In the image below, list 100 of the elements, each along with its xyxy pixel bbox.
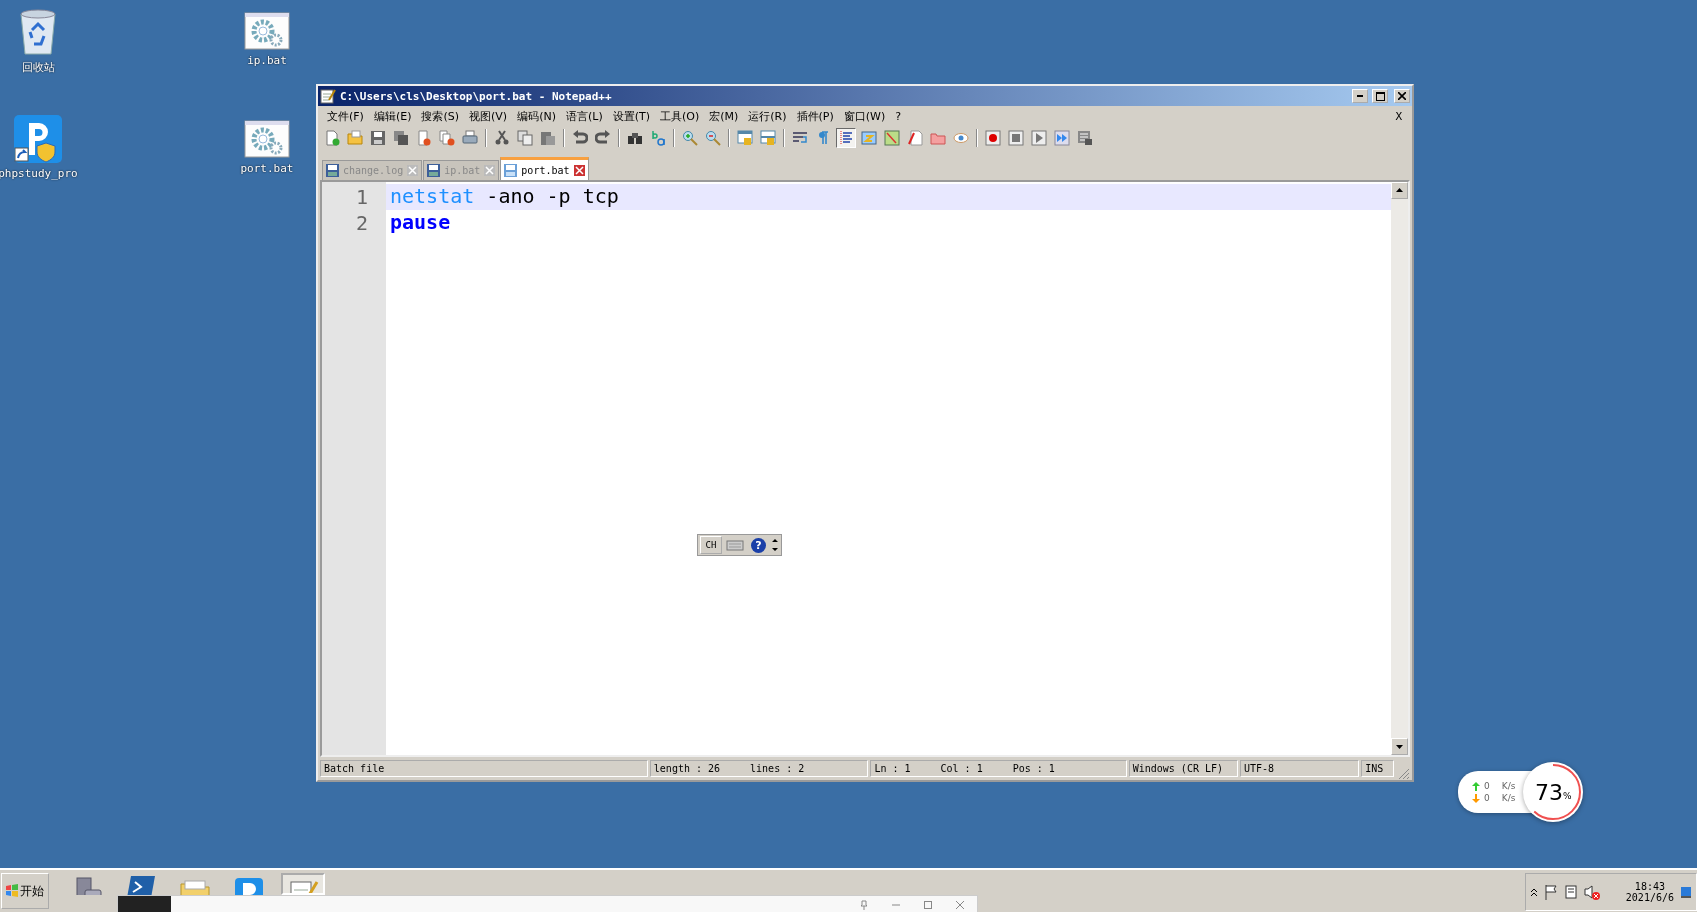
zoom-out-icon (705, 130, 721, 146)
file-tab[interactable]: port.bat (500, 157, 589, 180)
menu-item[interactable]: ? (890, 109, 907, 123)
menu-item[interactable]: 文件(F) (322, 108, 369, 124)
pin-icon[interactable] (859, 899, 869, 910)
menu-item[interactable]: 编辑(E) (368, 108, 417, 124)
toolbar-button[interactable] (758, 128, 778, 148)
flag-icon[interactable] (1544, 884, 1558, 900)
menu-item[interactable]: 宏(M) (704, 108, 744, 124)
menu-item[interactable]: 运行(R) (743, 108, 792, 124)
save-macro-icon (1077, 130, 1093, 146)
close-tab-icon[interactable] (573, 164, 585, 176)
line-number: 2 (354, 210, 369, 236)
sync-horizontal-icon (760, 130, 776, 146)
menu-item[interactable]: 设置(T) (607, 108, 655, 124)
chevron-up-icon[interactable] (1530, 887, 1538, 897)
desktop-icon-label[interactable]: ip.bat (247, 54, 287, 67)
upload-speed: 0 (1484, 781, 1490, 791)
replace-icon (650, 130, 666, 146)
sync-vertical-icon (737, 130, 753, 146)
gear-file-icon (244, 12, 290, 50)
close-icon[interactable] (955, 899, 965, 910)
play-icon (1031, 130, 1047, 146)
eye-icon (953, 130, 969, 146)
menu-item[interactable]: 语言(L) (560, 108, 608, 124)
toolbar-button[interactable] (1006, 128, 1026, 148)
toolbar-button[interactable] (735, 128, 755, 148)
desktop-icon-label[interactable]: phpstudy_pro (0, 167, 78, 180)
status-text: length : 26 (653, 763, 721, 774)
minimize-button[interactable] (1352, 89, 1368, 103)
menu-item[interactable]: 视图(V) (464, 108, 513, 124)
save-icon (370, 130, 386, 146)
record-icon (985, 130, 1001, 146)
zoom-in-icon (682, 130, 698, 146)
start-button[interactable]: 开始 (1, 873, 49, 909)
close-all-icon (439, 130, 455, 146)
desktop-icon-label[interactable]: port.bat (240, 162, 294, 175)
maximize-icon[interactable] (923, 899, 933, 910)
status-text: lines : 2 (750, 763, 805, 774)
folder-icon (930, 130, 946, 146)
toolbar-button[interactable] (836, 128, 856, 148)
status-text: Windows (CR LF) (1132, 763, 1223, 774)
printer-icon (462, 130, 478, 146)
input-mode-button[interactable]: CH (700, 536, 722, 554)
function-list-icon (907, 130, 923, 146)
windows-logo-icon (5, 884, 19, 898)
language-icon (861, 130, 877, 146)
clock-date: 2021/6/6 (1625, 892, 1674, 903)
save-all-icon (393, 130, 409, 146)
undo-icon (572, 130, 588, 146)
speed-unit: K/s (1501, 781, 1516, 791)
toolbar-button[interactable] (1075, 128, 1095, 148)
status-text: Pos : 1 (1012, 763, 1055, 774)
percent-sign: % (1563, 791, 1572, 801)
menu-item[interactable]: 搜索(S) (416, 108, 465, 124)
taskbar-button[interactable] (281, 873, 325, 895)
menu-item[interactable]: 工具(O) (655, 108, 705, 124)
toolbar-button[interactable] (983, 128, 1003, 148)
copy-icon (517, 130, 533, 146)
recycle-bin-icon (18, 8, 58, 56)
toolbar-button[interactable] (368, 128, 388, 148)
upload-arrow-icon (1472, 781, 1480, 791)
menu-item[interactable]: 窗口(W) (838, 108, 891, 124)
status-text: Ln : 1 (874, 763, 911, 774)
maximize-button[interactable] (1372, 89, 1388, 103)
menu-item[interactable]: 编码(N) (512, 108, 561, 124)
document-map-icon (884, 130, 900, 146)
status-text: Batch file (324, 763, 385, 774)
vertical-scrollbar[interactable] (1391, 182, 1408, 755)
minimize-icon (1357, 95, 1363, 97)
redo-icon (595, 130, 611, 146)
open-folder-icon (347, 130, 363, 146)
help-button[interactable]: ? (751, 537, 766, 553)
close-document-button[interactable]: X (1395, 109, 1408, 123)
binoculars-icon (627, 130, 643, 146)
speaker-muted-icon[interactable] (1584, 884, 1600, 900)
desktop-icon-label[interactable]: 回收站 (21, 60, 55, 75)
download-speed: 0 (1484, 793, 1490, 803)
resize-grip-icon[interactable] (1396, 766, 1410, 780)
close-button[interactable] (1394, 89, 1410, 103)
toolbar-button[interactable] (1029, 128, 1049, 148)
download-arrow-icon (1472, 793, 1480, 803)
thumbnail-placeholder (118, 896, 171, 912)
fast-forward-icon (1054, 130, 1070, 146)
line-number: 1 (354, 184, 369, 210)
options-arrow-icon[interactable] (771, 536, 779, 554)
menu-item[interactable]: 插件(P) (791, 108, 839, 124)
status-text: Col : 1 (940, 763, 983, 774)
toolbar-button[interactable] (905, 128, 925, 148)
show-desktop-icon[interactable] (1680, 885, 1692, 899)
code-line: pause (390, 210, 451, 234)
usage-percent: 73 (1535, 779, 1564, 805)
new-file-icon (324, 130, 340, 146)
maximize-icon (1375, 91, 1385, 101)
word-wrap-icon (792, 130, 808, 146)
speed-unit: K/s (1501, 793, 1516, 803)
toolbar-button[interactable] (391, 128, 411, 148)
toolbar-button[interactable] (437, 128, 457, 148)
indent-guide-icon (838, 130, 854, 146)
status-text: UTF-8 (1244, 763, 1275, 774)
